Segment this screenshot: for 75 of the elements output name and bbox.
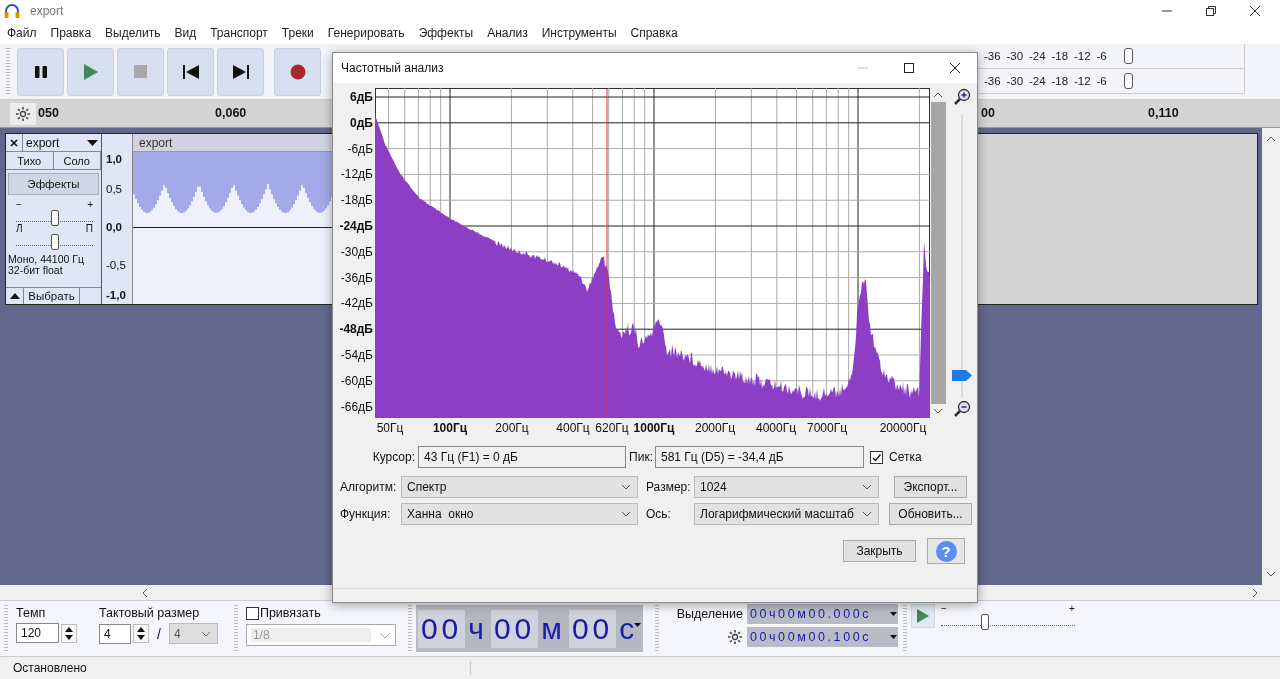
speed-min-label: − [940,604,947,614]
amplitude-label: 0,0 [106,221,122,233]
axis-label: -66дБ [340,399,373,414]
axis-label: 20000Гц [879,421,927,435]
axis-label: -48дБ [339,322,373,337]
axis-label: 50Гц [376,421,404,435]
ruler-label: 00 [981,106,995,120]
axis-label: -12дБ [340,167,373,182]
selection-label: Выделение [675,607,743,621]
dialog-title: Частотный анализ [341,61,444,75]
time-segment: 00 [490,609,539,648]
meter-scale-label: -24 [1029,50,1047,62]
axis-label: -30дБ [340,244,373,259]
axis-label: -60дБ [340,373,373,388]
snap-label: Привязать [259,606,321,620]
axis-label: -54дБ [340,348,373,362]
axis-label: Ось: [646,507,672,521]
time-segment: с [616,609,642,648]
axis-label: 200Гц [495,421,529,435]
axis-label: -42дБ [340,296,373,311]
track-info: 32-бит float [8,265,64,276]
time-segment: м [538,609,569,648]
time-signature-label: Тактовый размер [99,606,201,620]
amplitude-label: -1,0 [106,289,126,301]
meter-scale-label: -30 [1006,50,1025,62]
axis-label: 100Гц [432,421,468,435]
meter-scale-label: -18 [1051,50,1070,62]
axis-label: 620Гц [595,421,629,435]
time-segment: 00 [417,609,466,648]
meter-scale-label: -24 [1029,75,1047,87]
axis-label: 6дБ [350,90,373,104]
gain-max-label: + [87,200,93,210]
time-segment: ч [465,609,491,648]
grid-label: Сетка [889,450,922,464]
meter-scale-label: -6 [1096,75,1108,87]
speed-max-label: + [1069,604,1075,614]
pan-left-label: Л [16,224,23,234]
gain-min-label: − [16,200,22,210]
meter-scale-label: -12 [1074,50,1092,62]
ruler-label: 0,060 [215,106,247,120]
track-info: Моно, 44100 Гц [8,254,85,265]
meter-scale-label: -36 [984,50,1002,62]
ruler-label: 050 [38,106,59,120]
time-segment: 00 [568,609,617,648]
amplitude-label: -0,5 [106,259,126,271]
axis-label: -6дБ [347,141,373,156]
axis-label: 2000Гц [694,421,736,435]
axis-label: 4000Гц [755,421,797,435]
clip-name: export [139,135,173,150]
cursor-label: Курсор: [371,450,416,464]
axis-label: 7000Гц [806,421,848,435]
meter-scale-label: -18 [1051,75,1070,87]
track-name: export [26,135,60,150]
size-label: Размер: [646,480,692,494]
slash-label: / [157,625,161,642]
algorithm-label: Алгоритм: [340,480,398,494]
axis-label: -24дБ [339,219,373,233]
status-text: Остановлено [0,661,471,675]
function-label: Функция: [340,507,392,521]
pan-right-label: П [85,224,93,234]
amplitude-label: 0,5 [106,183,122,195]
meter-scale-label: -36 [984,75,1002,87]
amplitude-label: 1,0 [106,153,122,165]
meter-scale-label: -12 [1074,75,1092,87]
tempo-label: Темп [16,606,47,620]
axis-label: 0дБ [350,115,373,130]
axis-label: 400Гц [556,421,590,435]
axis-label: 1000Гц [633,421,675,435]
axis-label: -36дБ [340,270,373,285]
peak-label: Пик: [628,450,654,464]
meter-scale-label: -30 [1006,75,1025,87]
axis-label: -18дБ [340,193,373,208]
ruler-label: 0,110 [1148,106,1179,120]
window-title: export [30,4,64,18]
meter-scale-label: -6 [1096,50,1108,62]
